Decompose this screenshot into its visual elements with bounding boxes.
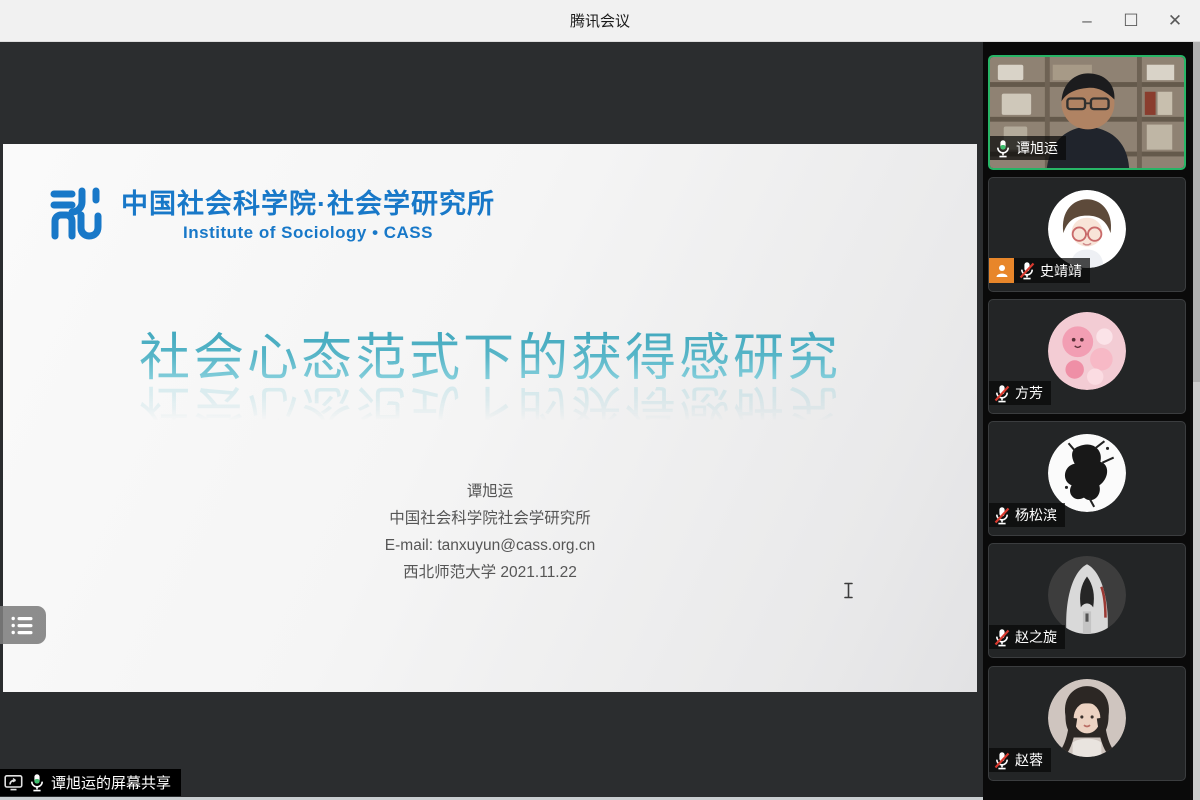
participant-name: 方芳 [1015,383,1043,403]
venue-date: 西北师范大学 2021.11.22 [3,559,977,586]
mic-muted-icon [993,384,1011,403]
presentation-slide: 中国社会科学院·社会学研究所 Institute of Sociology • … [3,144,977,692]
author-email: E-mail: tanxuyun@cass.org.cn [3,532,977,559]
screen-share-stage: 中国社会科学院·社会学研究所 Institute of Sociology • … [0,42,983,800]
participant-name: 赵蓉 [1015,750,1043,770]
participant-tile[interactable]: 赵之旋 [988,543,1186,658]
author-block: 谭旭运 中国社会科学院社会学研究所 E-mail: tanxuyun@cass.… [3,478,977,586]
panel-toggle-button[interactable] [0,606,46,644]
avatar [1048,679,1126,757]
participant-tile[interactable]: 杨松滨 [988,421,1186,536]
maximize-button[interactable]: ☐ [1116,6,1146,36]
institute-name-en: Institute of Sociology • CASS [183,223,433,243]
participant-name: 史靖靖 [1040,261,1082,281]
window-controls: – ☐ ✕ [1072,0,1190,42]
participant-name: 赵之旋 [1015,627,1057,647]
tencent-meeting-window: 腾讯会议 – ☐ ✕ [0,0,1200,800]
participant-tile[interactable]: 方芳 [988,299,1186,414]
mic-muted-icon [993,751,1011,770]
avatar [1048,190,1126,268]
participant-name-row: 史靖靖 [989,258,1090,283]
avatar [1048,434,1126,512]
mic-muted-icon [993,506,1011,525]
scrollbar-thumb[interactable] [1193,42,1200,382]
institute-name: 中国社会科学院·社会学研究所 Institute of Sociology • … [121,182,495,243]
screen-share-banner: 谭旭运的屏幕共享 [0,769,181,796]
author-name: 谭旭运 [3,478,977,505]
mic-muted-icon [993,628,1011,647]
participant-name: 谭旭运 [1016,138,1058,158]
participant-name-row: 杨松滨 [989,503,1065,527]
slide-title: 社会心态范式下的获得感研究 [139,316,841,390]
cass-seal-icon [45,183,105,243]
window-title: 腾讯会议 [570,10,630,31]
screen-share-icon [4,774,23,791]
mic-on-icon [994,139,1012,158]
author-affiliation: 中国社会科学院社会学研究所 [3,505,977,532]
participants-sidebar: 谭旭运 [983,42,1200,800]
participant-tile[interactable]: 史靖靖 [988,177,1186,292]
slide-title-wrap: 社会心态范式下的获得感研究 [3,316,977,390]
participant-name-row: 赵蓉 [989,748,1051,772]
participant-name-row: 赵之旋 [989,625,1065,649]
screen-share-label: 谭旭运的屏幕共享 [51,772,171,793]
participant-name-row: 方芳 [989,381,1051,405]
avatar [1048,312,1126,390]
institute-logo: 中国社会科学院·社会学研究所 Institute of Sociology • … [45,182,495,243]
minimize-button[interactable]: – [1072,6,1102,36]
avatar [1048,556,1126,634]
titlebar: 腾讯会议 – ☐ ✕ [0,0,1200,42]
participants-scrollbar[interactable] [1193,42,1200,800]
mic-on-icon [28,773,46,792]
participant-tile[interactable]: 赵蓉 [988,666,1186,781]
participant-tile[interactable]: 谭旭运 [988,55,1186,170]
mic-muted-icon [1018,261,1036,280]
text-cursor-icon [843,582,854,599]
participant-name-row: 谭旭运 [990,136,1066,160]
meeting-workspace: 中国社会科学院·社会学研究所 Institute of Sociology • … [0,42,1200,800]
close-button[interactable]: ✕ [1160,6,1190,36]
person-badge-icon [989,258,1014,283]
list-icon [11,616,35,635]
institute-name-cn: 中国社会科学院·社会学研究所 [121,182,495,221]
participant-name: 杨松滨 [1015,505,1057,525]
